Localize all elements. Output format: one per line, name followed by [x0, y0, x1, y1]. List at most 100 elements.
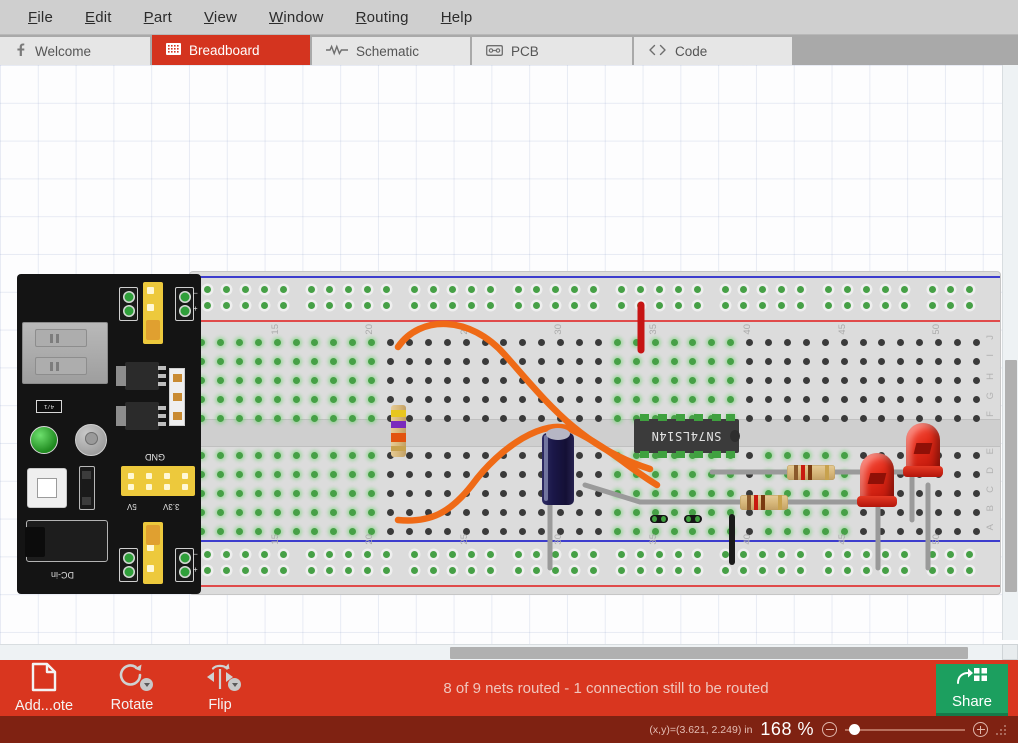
- breadboard-hole[interactable]: [260, 302, 268, 309]
- breadboard-hole[interactable]: [364, 286, 372, 293]
- breadboard-hole[interactable]: [727, 358, 735, 365]
- breadboard-hole[interactable]: [928, 286, 936, 293]
- vertical-scrollbar[interactable]: [1002, 65, 1018, 640]
- breadboard-hole[interactable]: [500, 490, 508, 497]
- breadboard-hole[interactable]: [947, 551, 955, 558]
- breadboard-hole[interactable]: [235, 471, 243, 478]
- breadboard-hole[interactable]: [878, 339, 886, 346]
- breadboard-hole[interactable]: [881, 567, 889, 574]
- breadboard-hole[interactable]: [481, 490, 489, 497]
- breadboard-hole[interactable]: [594, 490, 602, 497]
- breadboard-hole[interactable]: [689, 528, 697, 535]
- breadboard-hole[interactable]: [405, 490, 413, 497]
- breadboard-hole[interactable]: [486, 551, 494, 558]
- breadboard-hole[interactable]: [519, 339, 527, 346]
- breadboard-hole[interactable]: [241, 302, 249, 309]
- breadboard-hole[interactable]: [330, 528, 338, 535]
- breadboard-hole[interactable]: [878, 396, 886, 403]
- breadboard-hole[interactable]: [216, 471, 224, 478]
- breadboard-hole[interactable]: [651, 339, 659, 346]
- breadboard-hole[interactable]: [292, 509, 300, 516]
- breadboard-hole[interactable]: [859, 528, 867, 535]
- breadboard-hole[interactable]: [500, 528, 508, 535]
- breadboard-hole[interactable]: [746, 452, 754, 459]
- breadboard-hole[interactable]: [311, 452, 319, 459]
- breadboard-hole[interactable]: [429, 302, 437, 309]
- breadboard-hole[interactable]: [783, 509, 791, 516]
- breadboard-hole[interactable]: [519, 377, 527, 384]
- breadboard-hole[interactable]: [424, 339, 432, 346]
- breadboard-hole[interactable]: [576, 452, 583, 459]
- breadboard-hole[interactable]: [947, 286, 955, 293]
- breadboard-hole[interactable]: [778, 302, 786, 309]
- breadboard-hole[interactable]: [557, 358, 565, 365]
- breadboard-hole[interactable]: [500, 452, 508, 459]
- breadboard-hole[interactable]: [387, 471, 394, 478]
- breadboard-hole[interactable]: [674, 567, 682, 574]
- breadboard-hole[interactable]: [292, 415, 300, 422]
- breadboard-hole[interactable]: [368, 339, 376, 346]
- breadboard-hole[interactable]: [292, 452, 300, 459]
- breadboard-hole[interactable]: [443, 452, 451, 459]
- breadboard-hole[interactable]: [345, 551, 353, 558]
- breadboard-hole[interactable]: [443, 509, 451, 516]
- breadboard-hole[interactable]: [216, 528, 224, 535]
- breadboard-hole[interactable]: [916, 377, 924, 384]
- breadboard-hole[interactable]: [424, 528, 432, 535]
- resize-grip[interactable]: [996, 724, 1008, 736]
- breadboard-hole[interactable]: [840, 339, 848, 346]
- breadboard-hole[interactable]: [311, 396, 319, 403]
- breadboard-hole[interactable]: [429, 567, 437, 574]
- breadboard-hole[interactable]: [273, 415, 281, 422]
- tab-schematic[interactable]: Schematic: [312, 37, 470, 65]
- breadboard-hole[interactable]: [311, 528, 319, 535]
- breadboard-hole[interactable]: [383, 551, 391, 558]
- breadboard-hole[interactable]: [273, 358, 281, 365]
- breadboard-hole[interactable]: [759, 302, 767, 309]
- breadboard-hole[interactable]: [632, 528, 640, 535]
- breadboard-hole[interactable]: [307, 551, 315, 558]
- breadboard-hole[interactable]: [481, 471, 489, 478]
- breadboard-hole[interactable]: [500, 339, 508, 346]
- breadboard-hole[interactable]: [330, 509, 338, 516]
- breadboard-hole[interactable]: [467, 567, 475, 574]
- breadboard-hole[interactable]: [519, 490, 527, 497]
- breadboard-hole[interactable]: [947, 302, 955, 309]
- breadboard-hole[interactable]: [368, 471, 376, 478]
- breadboard-hole[interactable]: [462, 509, 470, 516]
- breadboard-hole[interactable]: [966, 302, 974, 309]
- breadboard-hole[interactable]: [576, 339, 583, 346]
- breadboard-hole[interactable]: [273, 396, 281, 403]
- breadboard-hole[interactable]: [613, 528, 621, 535]
- breadboard-hole[interactable]: [349, 339, 357, 346]
- breadboard-hole[interactable]: [481, 358, 489, 365]
- resistor-vertical[interactable]: [391, 405, 406, 457]
- breadboard-hole[interactable]: [387, 509, 394, 516]
- breadboard-hole[interactable]: [443, 528, 451, 535]
- breadboard-hole[interactable]: [821, 528, 829, 535]
- breadboard-hole[interactable]: [859, 358, 867, 365]
- breadboard-hole[interactable]: [740, 302, 748, 309]
- breadboard-hole[interactable]: [670, 339, 678, 346]
- breadboard-hole[interactable]: [405, 339, 413, 346]
- breadboard-hole[interactable]: [538, 396, 546, 403]
- breadboard-hole[interactable]: [467, 286, 475, 293]
- horizontal-scrollbar-thumb[interactable]: [450, 647, 968, 659]
- menu-file[interactable]: File: [12, 5, 69, 30]
- breadboard-hole[interactable]: [708, 509, 716, 516]
- breadboard-hole[interactable]: [765, 358, 772, 365]
- breadboard-body[interactable]: 1515202025253030353540404545505055556060…: [190, 272, 1000, 594]
- breadboard-hole[interactable]: [235, 415, 243, 422]
- breadboard-hole[interactable]: [552, 551, 560, 558]
- breadboard-hole[interactable]: [740, 286, 748, 293]
- breadboard-hole[interactable]: [330, 471, 338, 478]
- breadboard-hole[interactable]: [840, 377, 848, 384]
- breadboard-hole[interactable]: [405, 528, 413, 535]
- breadboard-hole[interactable]: [613, 509, 621, 516]
- breadboard-hole[interactable]: [655, 567, 663, 574]
- breadboard-hole[interactable]: [279, 286, 287, 293]
- breadboard-hole[interactable]: [462, 415, 470, 422]
- breadboard-hole[interactable]: [972, 396, 980, 403]
- breadboard-hole[interactable]: [840, 415, 848, 422]
- breadboard-hole[interactable]: [552, 302, 560, 309]
